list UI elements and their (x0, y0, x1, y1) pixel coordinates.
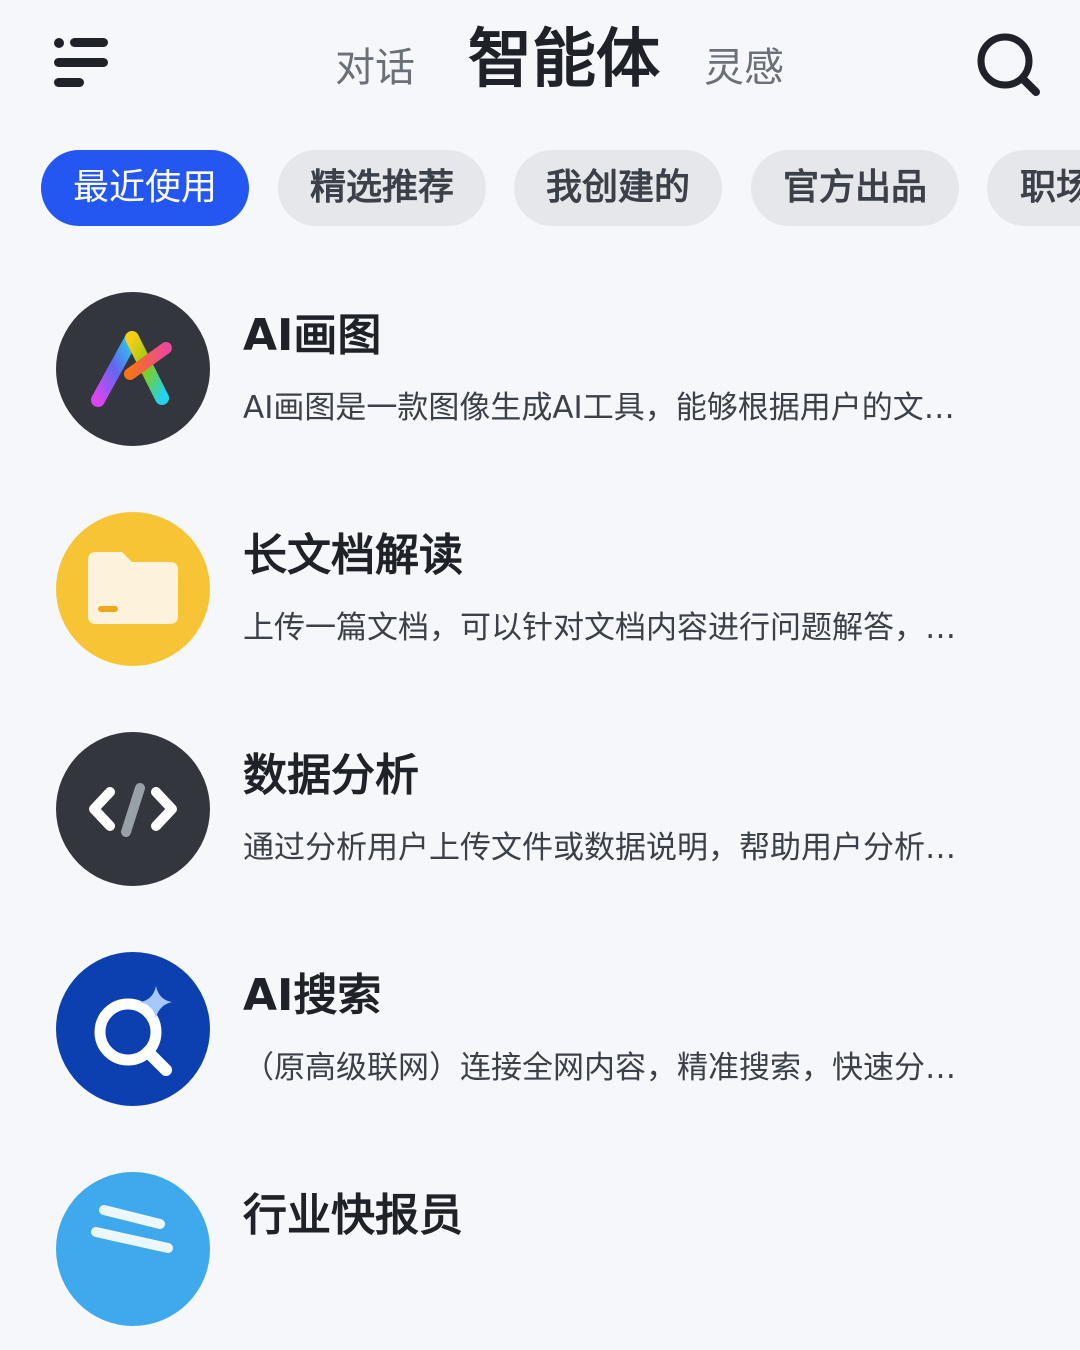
chip-featured[interactable]: 精选推荐 (278, 150, 486, 226)
tab-agent[interactable]: 智能体 (468, 28, 660, 92)
agent-item-industry-news[interactable]: 行业快报员 (0, 1150, 1080, 1350)
agent-item-ai-drawing[interactable]: AI画图 AI画图是一款图像生成AI工具，能够根据用户的文… (0, 270, 1080, 470)
agent-item-long-document[interactable]: 长文档解读 上传一篇文档，可以针对文档内容进行问题解答，… (0, 490, 1080, 690)
agent-description: AI画图是一款图像生成AI工具，能够根据用户的文… (243, 390, 955, 426)
tab-inspiration[interactable]: 灵感 (704, 48, 784, 88)
chip-recent[interactable]: 最近使用 (41, 150, 249, 226)
agent-description: （原高级联网）连接全网内容，精准搜索，快速分… (243, 1050, 956, 1086)
folder-icon (56, 512, 210, 666)
agent-title: 行业快报员 (243, 1190, 463, 1241)
tab-dialog[interactable]: 对话 (335, 48, 415, 88)
chip-workplace[interactable]: 职场 (987, 150, 1080, 226)
category-chips: 最近使用 精选推荐 我创建的 官方出品 职场 (0, 150, 1080, 228)
code-icon (56, 732, 210, 886)
search-icon[interactable] (972, 28, 1044, 100)
agent-title: 数据分析 (243, 750, 419, 801)
agent-title: AI搜索 (243, 970, 382, 1021)
chip-official[interactable]: 官方出品 (751, 150, 959, 226)
ai-search-icon (56, 952, 210, 1106)
agent-item-ai-search[interactable]: AI搜索 （原高级联网）连接全网内容，精准搜索，快速分… (0, 930, 1080, 1130)
menu-icon[interactable] (50, 34, 112, 90)
agent-description: 通过分析用户上传文件或数据说明，帮助用户分析… (243, 830, 956, 866)
agent-item-data-analysis[interactable]: 数据分析 通过分析用户上传文件或数据说明，帮助用户分析… (0, 710, 1080, 910)
stripes-icon (56, 1172, 210, 1326)
chip-created-by-me[interactable]: 我创建的 (514, 150, 722, 226)
ai-drawing-icon (56, 292, 210, 446)
agent-description: 上传一篇文档，可以针对文档内容进行问题解答，… (243, 610, 956, 646)
top-bar: 对话 智能体 灵感 (0, 0, 1080, 130)
agent-title: AI画图 (243, 310, 382, 361)
agent-title: 长文档解读 (243, 530, 463, 581)
